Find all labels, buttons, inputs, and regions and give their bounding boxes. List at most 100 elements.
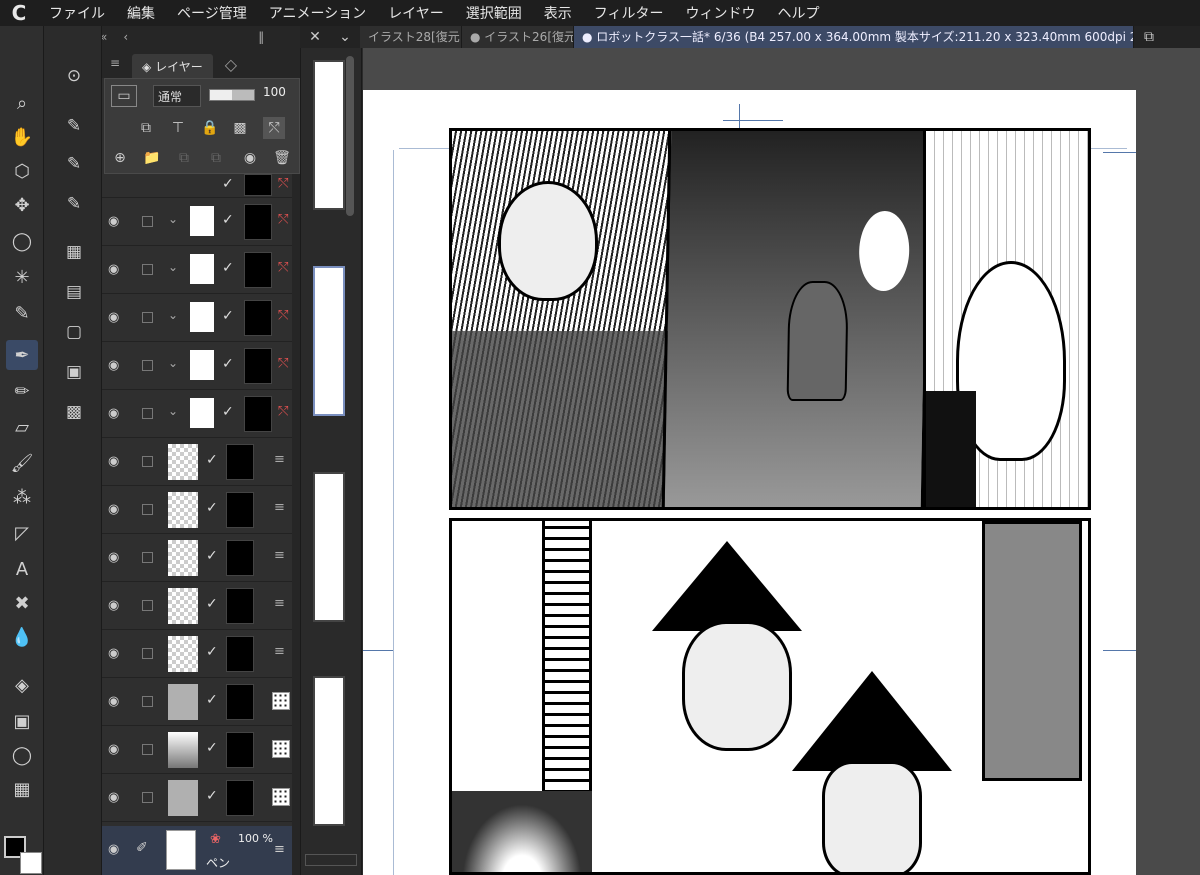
eye-icon[interactable]: ◉ <box>108 842 119 857</box>
merge-down-icon[interactable]: ⧉ <box>205 147 227 169</box>
tab-document-active[interactable]: ● ロボットクラス一話* 6/36 (B4 257.00 x 364.00mm … <box>574 26 1134 48</box>
layer-row[interactable]: ◉ ✓ ≡ <box>102 486 292 534</box>
layer-checkbox[interactable] <box>142 696 153 707</box>
menu-file[interactable]: ファイル <box>38 3 116 23</box>
texture-icon[interactable]: ▩ <box>60 398 88 426</box>
layer-row[interactable]: ◉ ⌄ ✓ ⤲ <box>102 390 292 438</box>
opacity-slider[interactable] <box>209 89 255 101</box>
layer-checkbox[interactable] <box>142 744 153 755</box>
layer-property-icon[interactable]: ✎ <box>60 112 88 140</box>
clipping-icon[interactable]: ⧉ <box>135 117 157 139</box>
layer-checkbox[interactable] <box>142 600 153 611</box>
opacity-value[interactable]: 100 <box>263 85 286 99</box>
eye-icon[interactable]: ◉ <box>108 502 119 517</box>
menu-window[interactable]: ウィンドウ <box>675 3 767 23</box>
manga-panel-1[interactable] <box>449 128 671 510</box>
chevron-down-icon[interactable]: ⌄ <box>168 212 178 226</box>
quick-access-icon[interactable]: ⊙ <box>60 62 88 90</box>
layer-checkbox[interactable] <box>142 216 153 227</box>
layer-row[interactable]: ◉ ⌄ ✓ ⤲ <box>102 198 292 246</box>
layer-menu-icon[interactable]: ≡ <box>274 842 285 857</box>
tab-layer[interactable]: ◈ レイヤー <box>132 54 213 78</box>
ruler-icon[interactable]: ◸ <box>6 518 38 548</box>
page-thumb[interactable] <box>313 676 345 826</box>
reference-icon[interactable]: ⊤ <box>167 117 189 139</box>
layer-checkbox[interactable] <box>142 552 153 563</box>
menu-page[interactable]: ページ管理 <box>166 3 258 23</box>
layer-row[interactable]: ◉ ✓ <box>102 726 292 774</box>
layer-property-tab-icon[interactable]: ◇ <box>225 55 237 74</box>
subtool-detail-icon[interactable]: ✎ <box>60 190 88 218</box>
gradient-icon[interactable]: ▣ <box>6 706 38 736</box>
page-thumb[interactable] <box>313 60 345 210</box>
layer-row[interactable]: ◉ ✓ <box>102 678 292 726</box>
tab-document[interactable]: ● イラスト26[復元 <box>462 26 574 48</box>
menu-filter[interactable]: フィルター <box>583 3 675 23</box>
lock-icon[interactable]: 🔒 <box>199 117 221 139</box>
layer-menu-icon[interactable]: ≡ <box>274 452 285 467</box>
eye-icon[interactable]: ◉ <box>108 694 119 709</box>
blend-mode-select[interactable]: 通常 <box>153 85 201 107</box>
layer-row-selected[interactable]: ◉ ✐ ❀ 100 % ペン ≡ <box>102 826 292 875</box>
chevron-down-icon[interactable]: ⌄ <box>168 404 178 418</box>
eye-icon[interactable]: ◉ <box>108 454 119 469</box>
eye-icon[interactable]: ◉ <box>108 262 119 277</box>
layer-checkbox[interactable] <box>142 360 153 371</box>
magic-wand-icon[interactable]: ✳ <box>6 262 38 292</box>
add-mask-icon[interactable]: ◉ <box>239 147 261 169</box>
layer-row[interactable]: ◉ ✓ <box>102 774 292 822</box>
new-raster-layer-icon[interactable]: ⊕ <box>109 147 131 169</box>
eye-icon[interactable]: ◉ <box>108 310 119 325</box>
manga-panel-3[interactable] <box>923 128 1091 510</box>
transfer-down-icon[interactable]: ⧉ <box>173 147 195 169</box>
eye-icon[interactable]: ◉ <box>108 790 119 805</box>
fill-icon[interactable]: 💧 <box>6 622 38 652</box>
navigator-icon[interactable]: ▣ <box>60 358 88 386</box>
eye-icon[interactable]: ◉ <box>108 742 119 757</box>
layer-color-icon[interactable]: ▭ <box>111 85 137 107</box>
layer-row[interactable]: ◉ ✓ ≡ <box>102 630 292 678</box>
chevron-down-icon[interactable]: ⌄ <box>168 260 178 274</box>
text-icon[interactable]: A <box>6 554 38 584</box>
eyedropper-icon[interactable]: ✎ <box>6 298 38 328</box>
layer-checkbox[interactable] <box>142 504 153 515</box>
eye-icon[interactable]: ◉ <box>108 598 119 613</box>
lasso-icon[interactable]: ◯ <box>6 226 38 256</box>
zoom-icon[interactable]: ⌕ <box>6 88 38 118</box>
layer-checkbox[interactable] <box>142 264 153 275</box>
tool-settings-icon[interactable]: ✎ <box>60 150 88 178</box>
hand-icon[interactable]: ✋ <box>6 122 38 152</box>
material-icon[interactable]: ▢ <box>60 318 88 346</box>
layer-row[interactable]: ✓ ⤲ <box>102 174 292 198</box>
page-thumb[interactable] <box>313 472 345 622</box>
layer-checkbox[interactable] <box>142 648 153 659</box>
eye-icon[interactable]: ◉ <box>108 358 119 373</box>
canvas-area[interactable] <box>363 48 1200 875</box>
menu-layer[interactable]: レイヤー <box>377 3 455 23</box>
timeline-icon[interactable]: ▤ <box>60 278 88 306</box>
mask-enable-icon[interactable]: ⤲ <box>263 117 285 139</box>
brush-icon[interactable]: 🖌 <box>6 448 38 478</box>
chevron-left-icon[interactable]: ‹ <box>123 30 128 44</box>
pen-icon[interactable]: ✒ <box>6 340 38 370</box>
layer-checkbox[interactable] <box>142 792 153 803</box>
pencil-icon[interactable]: ✏ <box>6 376 38 406</box>
manga-panel-2[interactable] <box>661 128 931 510</box>
airbrush-icon[interactable]: ⁂ <box>6 482 38 512</box>
manga-panel-4[interactable] <box>449 518 1091 875</box>
app-logo-icon[interactable]: C <box>0 0 38 26</box>
new-folder-icon[interactable]: 📁 <box>141 147 163 169</box>
navigator-zoom-slider[interactable] <box>305 854 357 866</box>
grip-icon-2[interactable]: ‖ <box>258 30 264 44</box>
chevron-down-icon[interactable]: ⌄ <box>168 308 178 322</box>
layer-checkbox[interactable] <box>142 312 153 323</box>
panel-menu-icon[interactable]: ≡ <box>110 56 120 70</box>
sub-color-swatch[interactable] <box>20 852 42 874</box>
layer-checkbox[interactable] <box>142 408 153 419</box>
move-icon[interactable]: ✥ <box>6 190 38 220</box>
menu-edit[interactable]: 編集 <box>116 3 166 23</box>
lock-transparency-icon[interactable]: ▩ <box>229 117 251 139</box>
page-navigator-scrollbar[interactable] <box>346 56 354 216</box>
eye-icon[interactable]: ◉ <box>108 646 119 661</box>
page-thumb[interactable] <box>313 266 345 416</box>
